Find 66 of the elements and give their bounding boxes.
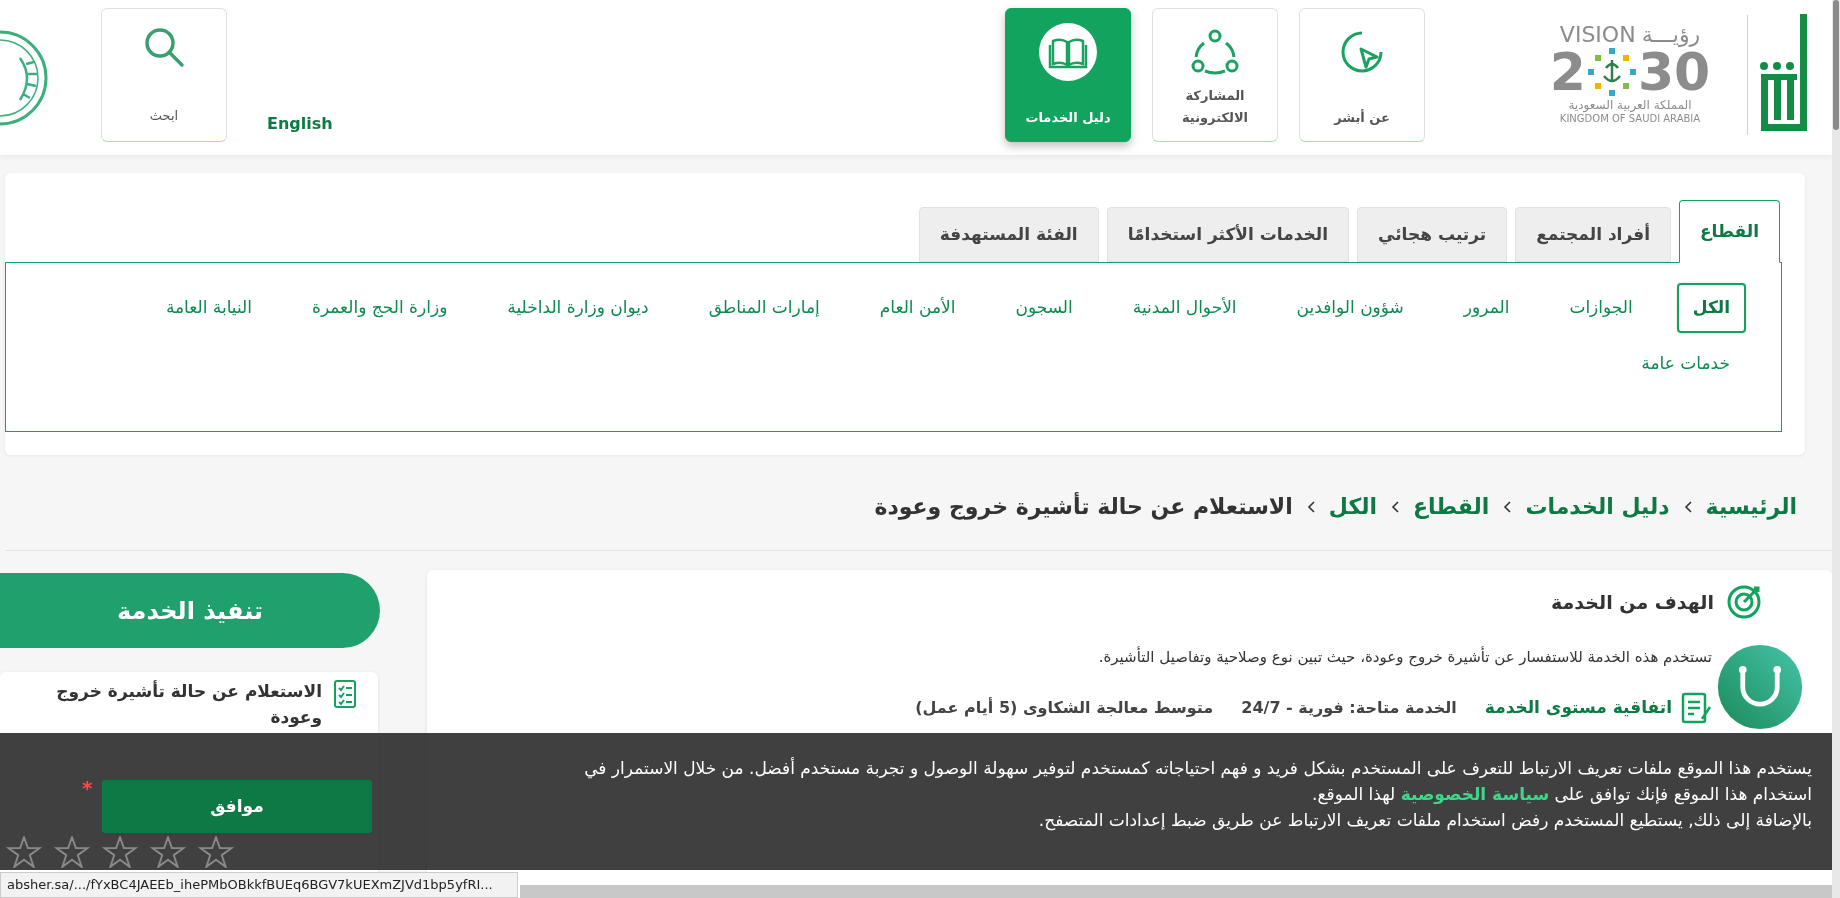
cursor-icon: [1339, 29, 1385, 75]
nav-card[interactable]: دليل الخدمات: [1005, 8, 1131, 142]
sector-link[interactable]: وزارة الحج والعمرة: [296, 283, 464, 333]
accept-button[interactable]: موافق: [102, 780, 372, 833]
sector-link[interactable]: إمارات المناطق: [692, 283, 836, 333]
service-title: الاستعلام عن حالة تأشيرة خروج وعودة: [55, 679, 322, 729]
country-text: KINGDOM OF SAUDI ARABIA: [1559, 113, 1701, 126]
sector-link[interactable]: خدمات عامة: [1625, 339, 1746, 389]
book-icon: [1039, 23, 1097, 81]
star-outline-icon[interactable]: [196, 836, 236, 868]
chevron-icon: [1503, 500, 1512, 513]
sector-link[interactable]: شؤون الوافدين: [1280, 283, 1420, 333]
chevron-icon: [1683, 500, 1692, 513]
checklist-icon: [334, 678, 356, 708]
sla-text: متوسط معالجة الشكاوى (5 أيام عمل): [915, 696, 1214, 719]
chevron-icon: [1306, 500, 1315, 513]
sla-title: اتفاقية مستوى الخدمة: [1484, 695, 1672, 719]
support-chat-icon[interactable]: [1716, 643, 1804, 731]
cookie-text: يستخدم هذا الموقع ملفات تعريف الارتباط للتعرف على المستخدم بشكل فريد و فهم احتياجاته كمستخدم لتوفير سهولة الوصول و تجربة مستخدم أفضل. من خلال الاستمرار في استخدام هذا الموقع فإنك توافق على سياسة الخصوصية لهذا الموقع.: [583, 756, 1812, 807]
nav-card[interactable]: المشاركة الالكترونية: [1152, 8, 1278, 142]
section-title: الهدف من الخدمة: [1551, 589, 1714, 616]
vision-text: VISION: [1559, 24, 1636, 47]
nav-card[interactable]: عن أبشر: [1299, 8, 1425, 142]
document-icon: [1680, 690, 1712, 725]
tab[interactable]: الخدمات الأكثر استخدامًا: [1106, 207, 1349, 262]
sector-link[interactable]: المرور: [1447, 283, 1526, 333]
scrollbar[interactable]: [520, 885, 1832, 898]
sector-link[interactable]: الأمن العام: [863, 283, 972, 333]
required-mark: *: [82, 778, 93, 798]
description-text: تستخدم هذه الخدمة للاستفسار عن تأشيرة خروج وعودة، حيث تبين نوع وصلاحية وتفاصيل التأشيرة.: [1097, 646, 1712, 669]
cookie-text: بالإضافة إلى ذلك, يستطيع المستخدم رفض استخدام ملفات تعريف الارتباط عن طريق ضبط إعدادات المتصفح.: [1037, 809, 1812, 833]
tab[interactable]: ترتيب هجائي: [1356, 207, 1508, 262]
sector-link[interactable]: الكل: [1676, 283, 1746, 333]
page-title: الاستعلام عن حالة تأشيرة خروج وعودة: [874, 491, 1293, 522]
breadcrumb-link[interactable]: دليل الخدمات: [1525, 490, 1670, 523]
breadcrumb-link[interactable]: الرئيسية: [1705, 490, 1797, 523]
sla-text: الخدمة متاحة: فورية - 24/7: [1241, 696, 1457, 719]
sector-link[interactable]: النيابة العامة: [149, 283, 268, 333]
star-outline-icon[interactable]: [148, 836, 188, 868]
star-outline-icon[interactable]: [100, 836, 140, 868]
network-icon: [1190, 29, 1240, 75]
emblem-icon: [1585, 46, 1638, 99]
privacy-link[interactable]: سياسة الخصوصية: [1400, 784, 1550, 804]
star-outline-icon[interactable]: [52, 836, 92, 868]
execute-button[interactable]: تنفيذ الخدمة: [0, 573, 380, 648]
country-text: المملكة العربية السعودية: [1568, 98, 1692, 114]
tab[interactable]: أفراد المجتمع: [1515, 207, 1671, 262]
year-text: 2: [1549, 46, 1586, 99]
sector-link[interactable]: السجون: [999, 283, 1089, 333]
tab[interactable]: الفئة المستهدفة: [918, 207, 1099, 262]
sector-link[interactable]: ديوان وزارة الداخلية: [491, 283, 665, 333]
tab[interactable]: القطاع: [1679, 200, 1780, 263]
search-button[interactable]: ابحث: [101, 8, 227, 142]
chevron-icon: [1391, 500, 1399, 513]
target-icon: [1726, 584, 1762, 620]
sector-link[interactable]: الجوازات: [1553, 283, 1649, 333]
status-url: absher.sa/.../fYxBC4JAEEb_ihePMbOBkkfBUEq6BGV7kUEXmZJVd1bp5yfRI...: [0, 872, 518, 898]
sector-link[interactable]: الأحوال المدنية: [1116, 283, 1253, 333]
search-icon: [142, 25, 186, 69]
scrollbar[interactable]: [1832, 0, 1840, 898]
language-link[interactable]: English: [267, 112, 333, 136]
star-outline-icon[interactable]: [4, 836, 44, 868]
vision-text: رؤيـــة: [1641, 24, 1701, 47]
breadcrumb-link[interactable]: الكل: [1328, 490, 1377, 523]
breadcrumb-link[interactable]: القطاع: [1413, 490, 1490, 523]
year-text: 30: [1637, 46, 1711, 99]
